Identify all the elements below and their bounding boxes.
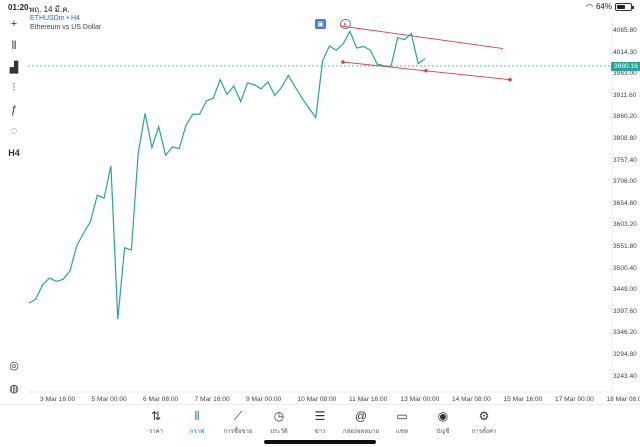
channel-anchor-point[interactable] <box>508 77 512 82</box>
account-icon: ◉ <box>437 409 449 423</box>
price-chart[interactable] <box>0 0 640 447</box>
nav-label: ประวัติ <box>270 429 288 435</box>
time-axis-label: 13 Mar 00:00 <box>400 396 440 403</box>
mailbox-icon: @ <box>354 409 368 423</box>
home-indicator[interactable] <box>264 440 376 444</box>
time-axis-label: 14 Mar 08:00 <box>452 396 491 403</box>
chart-header: ETHUSDm • H4 Ethereum vs US Dollar <box>30 14 101 32</box>
time-axis-label: 5 Mar 00:00 <box>91 396 127 403</box>
price-axis-label: 3397.60 <box>613 307 637 315</box>
price-axis-label: 3500.40 <box>613 264 637 272</box>
time-axis-label: 10 Mar 08:00 <box>297 396 337 403</box>
price-axis-label: 3860.20 <box>613 113 637 121</box>
nav-label: การซื้อขาย <box>223 429 253 435</box>
price-axis-label: 4065.80 <box>613 27 637 34</box>
price-axis-label: 3911.60 <box>613 91 637 99</box>
current-price-tag: 3980.16 <box>611 62 640 71</box>
crosshair-icon[interactable]: + <box>5 16 23 32</box>
nav-mailbox[interactable]: @ กล่องจดหมาย <box>339 409 383 436</box>
price-axis-label: 3603.20 <box>613 221 637 229</box>
price-axis-label: 3757.40 <box>613 156 637 164</box>
price-axis-label: 3706.00 <box>613 178 637 186</box>
nav-label: แชท <box>396 429 408 435</box>
nav-trade[interactable]: ⟋ การซื้อขาย <box>216 409 260 436</box>
price-axis-label: 4014.30 <box>613 48 637 56</box>
drawing-toolbar: + ⫴ ▟ ⫶ ƒ ◌ H4 ◎ ◍ <box>0 14 28 406</box>
nav-label: บัญชี <box>436 429 450 435</box>
chat-icon: ▭ <box>396 409 408 423</box>
app-logo-icon[interactable]: ◍ <box>5 380 23 396</box>
quotes-icon: ⇅ <box>150 409 162 423</box>
nav-label: กราฟ <box>189 429 205 435</box>
candles-icon[interactable]: ⫴ <box>5 38 23 54</box>
function-icon[interactable]: ƒ <box>5 102 23 118</box>
history-icon: ◷ <box>273 409 285 423</box>
price-axis-label: 3551.80 <box>613 243 637 250</box>
time-axis-label: 18 Mar 08:00 <box>606 396 640 403</box>
bars-icon[interactable]: ▟ <box>5 59 23 75</box>
channel-anchor-point[interactable] <box>424 68 428 73</box>
nav-history[interactable]: ◷ ประวัติ <box>257 409 301 436</box>
channel-anchor-point[interactable] <box>341 60 345 64</box>
symbol-description: Ethereum vs US Dollar <box>30 24 102 31</box>
nav-label: ราคา <box>149 429 163 435</box>
time-axis-label: 6 Mar 08:00 <box>143 396 179 403</box>
trade-icon: ⟋ <box>233 409 243 423</box>
settings-icon: ⚙ <box>478 409 490 423</box>
price-axis-label: 3808.80 <box>613 135 637 142</box>
zoom-icon[interactable]: ◎ <box>5 357 23 373</box>
time-axis-label: 17 Mar 00:00 <box>555 396 594 403</box>
nav-label: การตั้งค่า <box>471 429 497 435</box>
price-axis-label: 3963.00 <box>613 70 637 78</box>
time-axis-label: 7 Mar 16:00 <box>194 396 230 403</box>
time-axis-label: 11 Mar 16:00 <box>349 396 388 403</box>
time-axis-label: 3 Mar 16:00 <box>40 396 76 403</box>
nav-label: กล่องจดหมาย <box>342 429 380 435</box>
channel-upper-line[interactable] <box>339 25 504 50</box>
nav-account[interactable]: ◉ บัญชี <box>421 409 465 436</box>
price-axis-label: 3654.60 <box>613 199 637 207</box>
price-axis-label: 3449.00 <box>613 286 637 294</box>
nav-label: ข่าว <box>314 429 326 435</box>
one-click-trading-icon[interactable]: ▣ <box>315 19 326 29</box>
price-line-series <box>28 29 426 320</box>
time-axis-label: 9 Mar 00:00 <box>246 396 282 403</box>
shapes-icon[interactable]: ◌ <box>5 123 23 139</box>
price-axis-label: 3346.20 <box>613 329 637 337</box>
refresh-icon[interactable]: ◐ <box>340 19 351 29</box>
nav-settings[interactable]: ⚙ การตั้งค่า <box>462 409 506 436</box>
nav-chart[interactable]: ⫴ กราฟ <box>175 409 219 436</box>
price-axis-label: 3294.80 <box>613 351 637 358</box>
symbol-title[interactable]: ETHUSDm • H4 <box>30 14 101 23</box>
price-axis-label: 3243.40 <box>613 372 637 380</box>
timeframe-button[interactable]: H4 <box>5 145 23 161</box>
indicators-icon[interactable]: ⫶ <box>5 80 23 96</box>
time-axis-label: 15 Mar 16:00 <box>503 396 543 403</box>
nav-news[interactable]: ☰ ข่าว <box>298 409 342 436</box>
chart-icon: ⫴ <box>194 409 200 423</box>
nav-quotes[interactable]: ⇅ ราคา <box>134 409 178 436</box>
nav-chat[interactable]: ▭ แชท <box>380 409 424 436</box>
news-icon: ☰ <box>314 409 326 423</box>
